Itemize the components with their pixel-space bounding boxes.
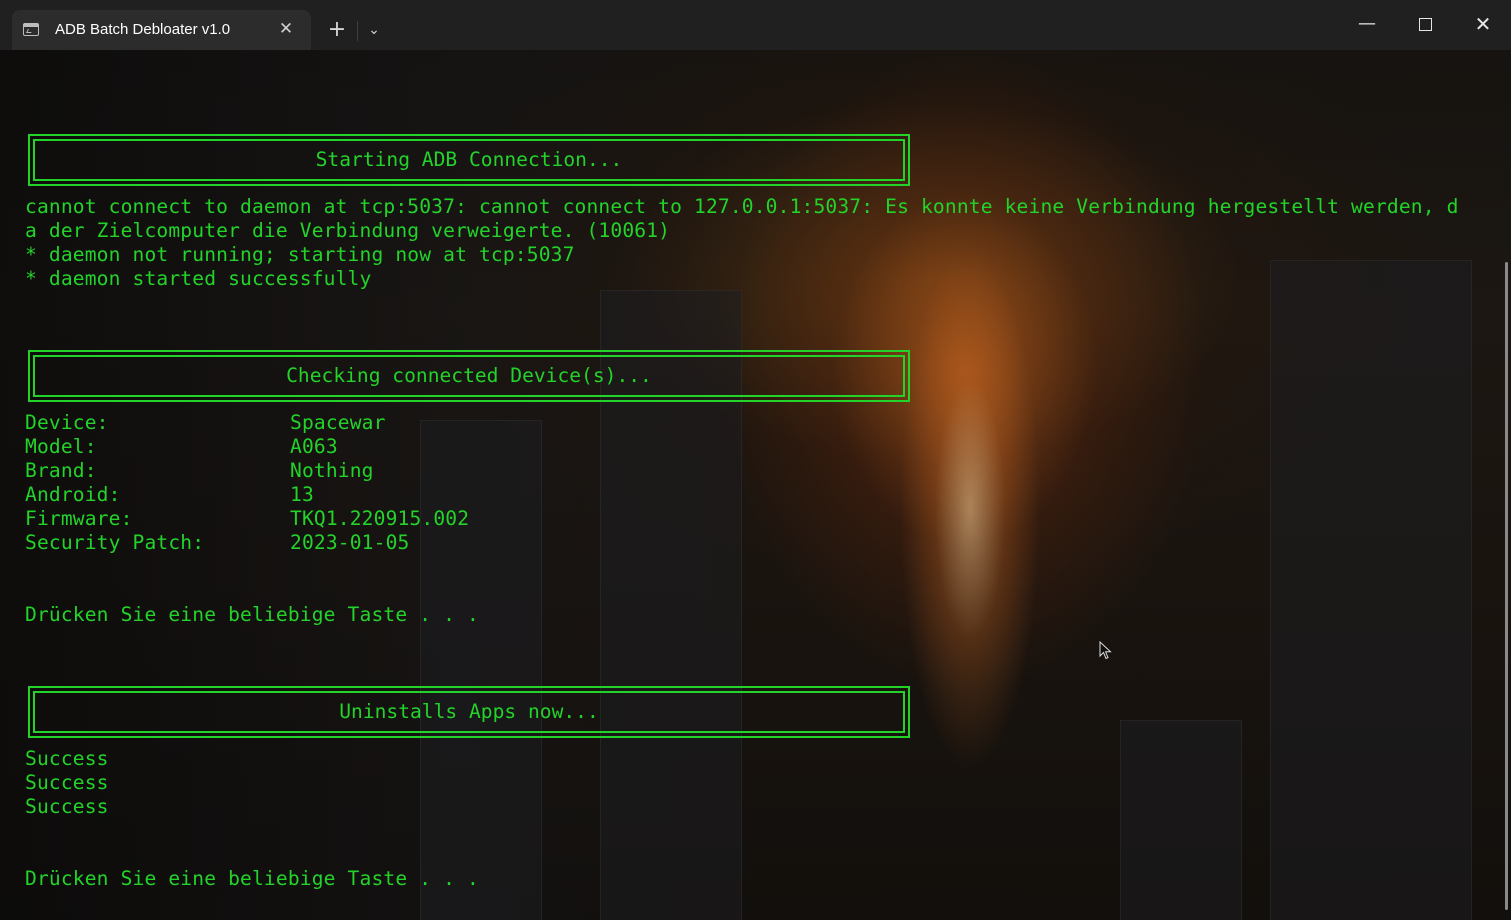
result-line: Success: [25, 771, 109, 794]
console-icon: [23, 23, 39, 36]
tab-title: ADB Batch Debloater v1.0: [55, 21, 231, 38]
console-line: a der Zielcomputer die Verbindung verwei…: [25, 219, 671, 242]
terminal-window: ADB Batch Debloater v1.0 ✕ + ⌄ — ✕ Start…: [0, 0, 1511, 920]
maximize-button[interactable]: [1396, 0, 1454, 50]
title-bar[interactable]: ADB Batch Debloater v1.0 ✕ + ⌄ — ✕: [0, 0, 1511, 50]
device-info-row: Brand: Nothing: [25, 459, 373, 483]
titlebar-divider: [357, 21, 358, 41]
mouse-pointer-icon: [1099, 641, 1112, 660]
console-line: * daemon not running; starting now at tc…: [25, 243, 575, 266]
device-info-value: 13: [290, 483, 314, 506]
banner-checking-devices: Checking connected Device(s)...: [28, 350, 910, 402]
banner-text: Checking connected Device(s)...: [286, 364, 652, 387]
banner-text: Uninstalls Apps now...: [339, 700, 599, 723]
device-info-label: Model:: [25, 435, 97, 458]
background-building: [1270, 260, 1472, 920]
console-line: cannot connect to daemon at tcp:5037: ca…: [25, 195, 1459, 218]
minimize-button[interactable]: —: [1338, 0, 1396, 50]
device-info-value: Spacewar: [290, 411, 386, 434]
banner-starting-adb: Starting ADB Connection...: [28, 134, 910, 186]
device-info-row: Device: Spacewar: [25, 411, 385, 435]
tab-close-button[interactable]: ✕: [273, 16, 299, 42]
device-info-label: Device:: [25, 411, 109, 434]
maximize-icon: [1418, 18, 1432, 31]
device-info-value: TKQ1.220915.002: [290, 507, 470, 530]
banner-text: Starting ADB Connection...: [315, 148, 623, 171]
console-line: * daemon started successfully: [25, 267, 372, 290]
device-info-row: Firmware: TKQ1.220915.002: [25, 507, 469, 531]
new-tab-button[interactable]: +: [322, 15, 352, 45]
tab-adb-batch-debloater[interactable]: ADB Batch Debloater v1.0 ✕: [12, 10, 311, 50]
background-building: [1120, 720, 1242, 920]
press-key-prompt: Drücken Sie eine beliebige Taste . . .: [25, 603, 479, 626]
device-info-row: Android: 13: [25, 483, 314, 507]
device-info-value: A063: [290, 435, 338, 458]
device-info-label: Firmware:: [25, 507, 133, 530]
banner-uninstalls-apps: Uninstalls Apps now...: [28, 686, 910, 738]
device-info-row: Model: A063: [25, 435, 338, 459]
device-info-row: Security Patch: 2023-01-05: [25, 531, 409, 555]
press-key-prompt: Drücken Sie eine beliebige Taste . . .: [25, 867, 479, 890]
device-info-label: Security Patch:: [25, 531, 205, 554]
result-line: Success: [25, 747, 109, 770]
device-info-label: Android:: [25, 483, 121, 506]
result-line: Success: [25, 795, 109, 818]
device-info-value: 2023-01-05: [290, 531, 410, 554]
device-info-value: Nothing: [290, 459, 374, 482]
close-window-button[interactable]: ✕: [1454, 0, 1511, 50]
device-info-label: Brand:: [25, 459, 97, 482]
scrollbar-thumb[interactable]: [1505, 262, 1508, 910]
tab-dropdown-button[interactable]: ⌄: [360, 15, 388, 45]
background-building: [420, 420, 542, 920]
